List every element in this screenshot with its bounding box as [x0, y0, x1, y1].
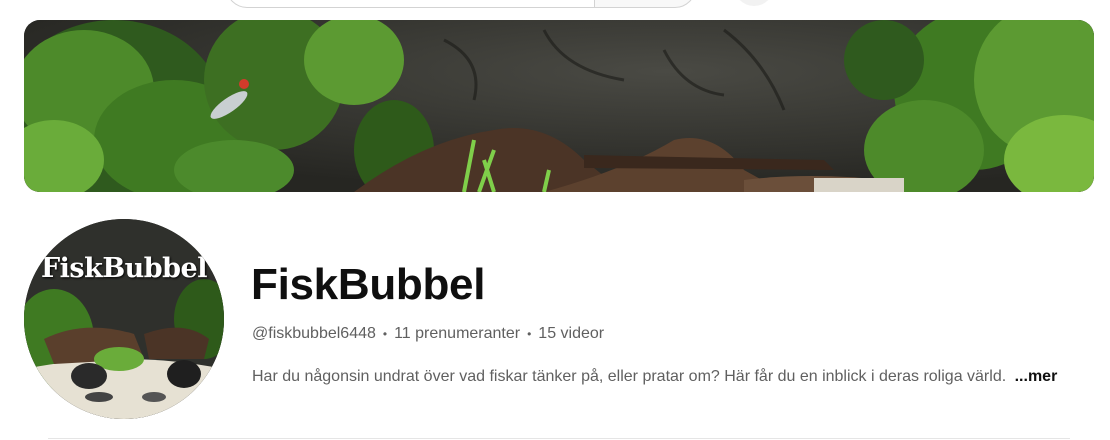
- channel-title: FiskBubbel: [251, 260, 486, 309]
- voice-search-button[interactable]: [734, 0, 774, 6]
- channel-meta: @fiskbubbel6448 • 11 prenumeranter • 15 vide…: [252, 325, 604, 343]
- channel-description[interactable]: Har du någonsin undrat över vad fiskar t…: [252, 368, 1057, 386]
- meta-separator: •: [527, 327, 532, 341]
- channel-handle: @fiskbubbel6448: [252, 325, 376, 342]
- channel-avatar[interactable]: FiskBubbel: [24, 219, 224, 419]
- banner-aquarium-image: [24, 20, 1094, 192]
- avatar-aquarium-image: [24, 219, 224, 419]
- search-button[interactable]: [594, 0, 696, 8]
- description-text: Har du någonsin undrat över vad fiskar t…: [252, 368, 1007, 385]
- section-divider: [48, 438, 1070, 439]
- subscriber-count: 11 prenumeranter: [394, 325, 521, 342]
- meta-separator: •: [382, 327, 388, 341]
- channel-banner: [24, 20, 1094, 192]
- avatar-logo-text: FiskBubbel: [41, 253, 207, 284]
- video-count: 15 videor: [538, 325, 605, 342]
- more-link[interactable]: ...mer: [1015, 368, 1058, 385]
- search-input[interactable]: [226, 0, 595, 8]
